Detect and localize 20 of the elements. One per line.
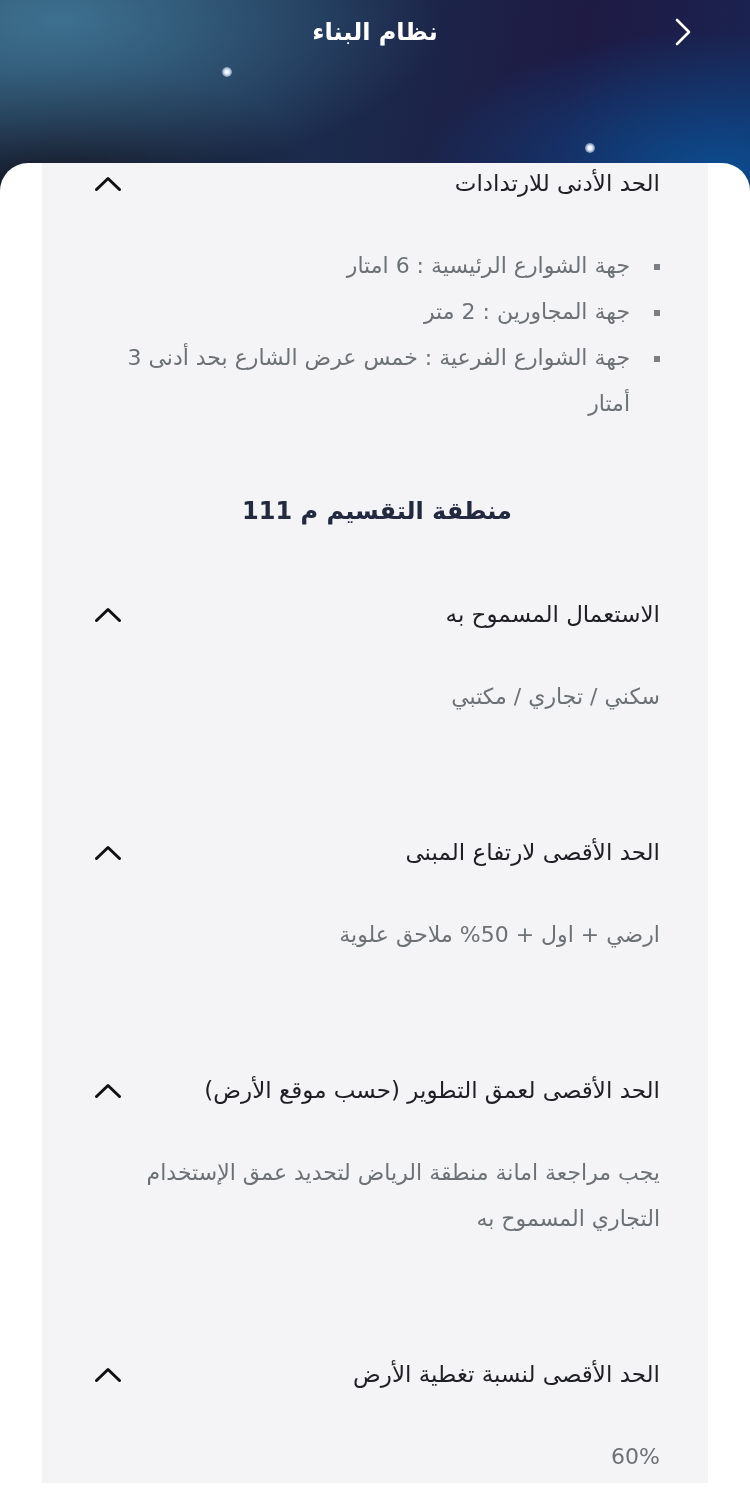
bullet-icon xyxy=(654,356,660,362)
bullet-icon xyxy=(654,264,660,270)
zone-heading: منطقة التقسيم م 111 xyxy=(241,496,513,527)
section-text: 60% xyxy=(610,1443,660,1471)
section-title: الحد الأقصى لارتفاع المبنى xyxy=(405,837,660,868)
list-item-text: جهة الشوارع الفرعية : خمس عرض الشارع بحد أدنى 3 أمتار xyxy=(126,342,630,418)
section-title: الحد الأدنى للارتدادات xyxy=(454,168,660,199)
page-title: نظام البناء xyxy=(311,17,439,48)
section-text: يجب مراجعة امانة منطقة الرياض لتحديد عمق الإستخدام التجاري المسموح به xyxy=(145,1159,660,1233)
glow-dot-icon xyxy=(585,143,595,153)
list-item-text: جهة الشوارع الرئيسية : 6 امتار xyxy=(346,252,630,280)
section-title: الحد الأقصى لنسبة تغطية الأرض xyxy=(353,1359,660,1390)
chevron-right-icon xyxy=(675,18,691,46)
section-text: سكني / تجاري / مكتبي xyxy=(450,683,660,712)
list-item-text: جهة المجاورين : 2 متر xyxy=(423,298,630,326)
section-text: ارضي + اول + 50% ملاحق علوية xyxy=(338,921,660,950)
section-title: الحد الأقصى لعمق التطوير (حسب موقع الأرض) xyxy=(204,1075,660,1106)
glow-dot-icon xyxy=(222,67,232,77)
section-title: الاستعمال المسموح به xyxy=(445,600,660,630)
bullet-icon xyxy=(654,310,660,316)
